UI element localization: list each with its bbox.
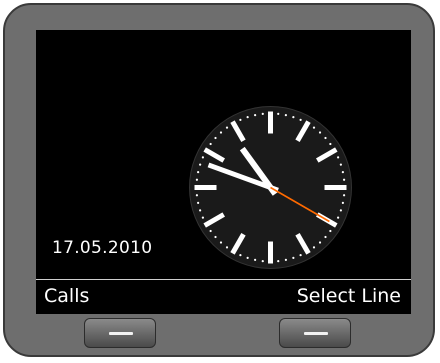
analog-clock: [189, 106, 352, 269]
minute-marker: [337, 156, 340, 159]
minute-marker: [261, 112, 264, 116]
phone-display: 17.05.2010 Calls Select Line: [36, 30, 411, 314]
minute-marker: [337, 216, 340, 219]
minute-marker: [197, 171, 200, 174]
minute-marker: [341, 201, 344, 204]
minute-marker: [339, 163, 342, 166]
minute-marker: [284, 258, 287, 261]
minute-marker: [225, 246, 229, 249]
minute-marker: [318, 241, 322, 244]
softkey-divider: [36, 279, 411, 280]
minute-marker: [195, 194, 199, 197]
minute-marker: [239, 118, 242, 121]
minute-marker: [219, 131, 223, 134]
minute-marker: [292, 116, 295, 119]
minute-marker: [341, 171, 344, 174]
minute-marker: [329, 229, 332, 233]
minute-marker: [201, 216, 204, 219]
minute-marker: [318, 131, 322, 134]
minute-marker: [239, 254, 242, 257]
minute-marker: [299, 118, 302, 121]
minute-marker: [214, 136, 217, 140]
minute-marker: [219, 241, 223, 244]
softkey-left-label[interactable]: Calls: [44, 285, 89, 307]
minute-marker: [284, 114, 287, 117]
minute-marker: [201, 156, 204, 159]
minute-marker: [254, 258, 257, 261]
minute-marker: [312, 246, 316, 249]
minute-marker: [292, 256, 295, 259]
minute-marker: [312, 126, 316, 129]
minute-marker: [225, 126, 229, 129]
minute-marker: [246, 256, 249, 259]
minute-marker: [329, 142, 332, 146]
minute-marker: [209, 229, 212, 233]
left-softkey-button[interactable]: [84, 318, 156, 348]
minute-marker: [324, 235, 327, 239]
minute-marker: [199, 209, 202, 212]
minute-marker: [197, 201, 200, 204]
minute-marker: [339, 209, 342, 212]
minus-icon: [304, 332, 328, 335]
minute-marker: [324, 136, 327, 140]
right-softkey-button[interactable]: [279, 318, 351, 348]
minus-icon: [109, 332, 133, 335]
minute-marker: [299, 254, 302, 257]
minute-marker: [195, 178, 199, 181]
minute-marker: [342, 178, 346, 181]
minute-marker: [246, 116, 249, 119]
date-label: 17.05.2010: [52, 238, 153, 258]
softkey-right-label[interactable]: Select Line: [297, 285, 401, 307]
minute-marker: [261, 259, 264, 263]
minute-marker: [277, 259, 280, 263]
minute-marker: [254, 114, 257, 117]
minute-marker: [277, 112, 280, 116]
minute-marker: [199, 163, 202, 166]
minute-marker: [209, 142, 212, 146]
minute-marker: [214, 235, 217, 239]
minute-marker: [342, 194, 346, 197]
